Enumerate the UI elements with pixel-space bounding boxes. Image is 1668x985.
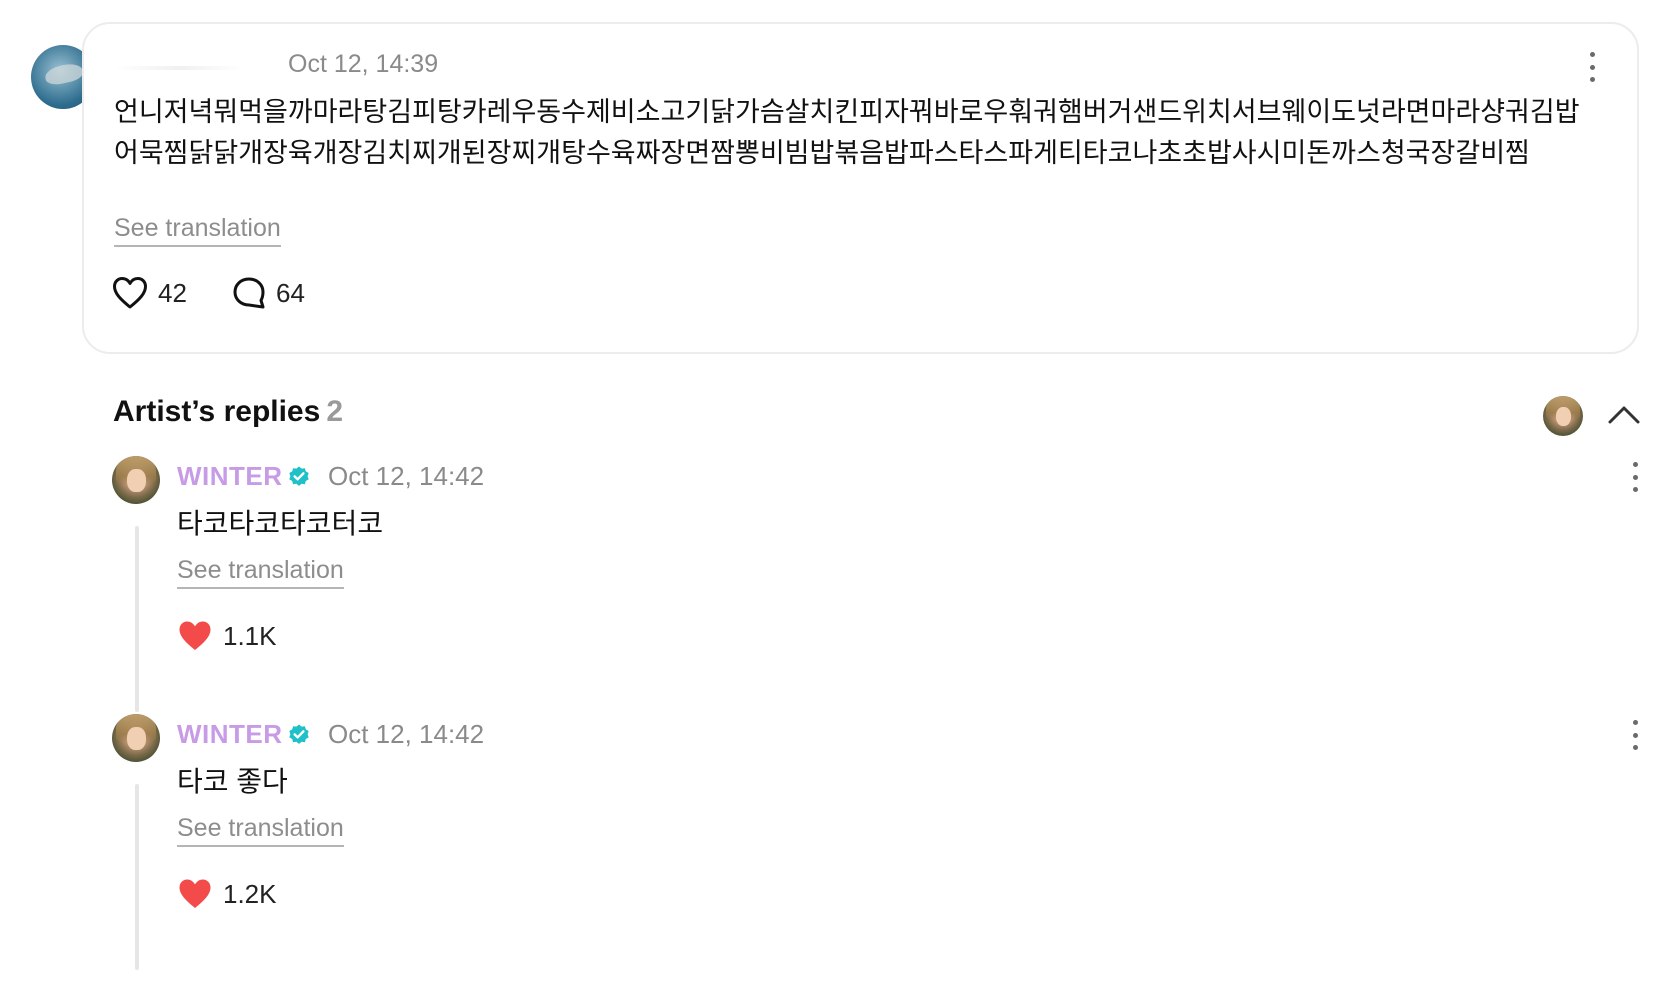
- post-timestamp: Oct 12, 14:39: [288, 50, 439, 78]
- post-like-count: 42: [158, 277, 187, 308]
- reply-see-translation-link[interactable]: See translation: [177, 556, 344, 589]
- heart-filled-icon: [179, 621, 211, 650]
- reply-timestamp: Oct 12, 14:42: [328, 719, 485, 749]
- heart-outline-icon: [113, 277, 147, 309]
- post-like-button[interactable]: 42: [112, 276, 187, 310]
- reply-timestamp: Oct 12, 14:42: [328, 461, 485, 491]
- reply-body-text: 타코 좋다: [177, 766, 288, 797]
- post-card: Oct 12, 14:39 언니저녁뭐먹을까마라탕김피탕카레우동수제비소고기닭가…: [82, 22, 1639, 354]
- artist-avatar[interactable]: [112, 456, 160, 504]
- reply-like-button[interactable]: 1.2K: [177, 877, 277, 911]
- post-author-name-hidden: [114, 66, 244, 70]
- artist-replies-heading: Artist’s replies 2: [113, 395, 343, 429]
- reply-like-count: 1.2K: [223, 878, 277, 909]
- thread-line: [135, 526, 139, 712]
- comment-bubble-icon: [233, 277, 265, 309]
- artist-avatar-small[interactable]: [1543, 396, 1583, 436]
- thread-line: [135, 784, 139, 970]
- post-comment-count: 64: [276, 277, 305, 308]
- reply-like-count: 1.1K: [223, 620, 277, 651]
- comment-thread-page: Oct 12, 14:39 언니저녁뭐먹을까마라탕김피탕카레우동수제비소고기닭가…: [0, 0, 1668, 985]
- artist-reply-item: WINTER Oct 12, 14:42 타코 좋다 See translati…: [0, 714, 1668, 970]
- avatar-image-detail: [43, 61, 85, 87]
- reply-author-name[interactable]: WINTER: [177, 719, 283, 750]
- post-body-text: 언니저녁뭐먹을까마라탕김피탕카레우동수제비소고기닭가슴살치킨피자꿔바로우훠궈햄버…: [114, 97, 1580, 168]
- verified-badge-icon: [289, 724, 309, 744]
- artist-reply-item: WINTER Oct 12, 14:42 타코타코타코터코 See transl…: [0, 456, 1668, 712]
- artist-avatar[interactable]: [112, 714, 160, 762]
- reply-like-button[interactable]: 1.1K: [177, 619, 277, 653]
- artist-replies-title: Artist’s replies: [113, 395, 321, 428]
- chevron-up-icon[interactable]: [1607, 402, 1641, 426]
- verified-badge-icon: [289, 466, 309, 486]
- heart-filled-icon: [179, 879, 211, 908]
- reply-see-translation-link[interactable]: See translation: [177, 814, 344, 847]
- post-more-options-icon[interactable]: [1587, 52, 1597, 82]
- post-see-translation-link[interactable]: See translation: [114, 214, 281, 247]
- reply-body-text: 타코타코타코터코: [177, 508, 384, 539]
- post-comment-button[interactable]: 64: [232, 276, 305, 310]
- reply-author-name[interactable]: WINTER: [177, 461, 283, 492]
- reply-more-options-icon[interactable]: [1630, 462, 1640, 492]
- artist-replies-count: 2: [326, 395, 343, 428]
- reply-more-options-icon[interactable]: [1630, 720, 1640, 750]
